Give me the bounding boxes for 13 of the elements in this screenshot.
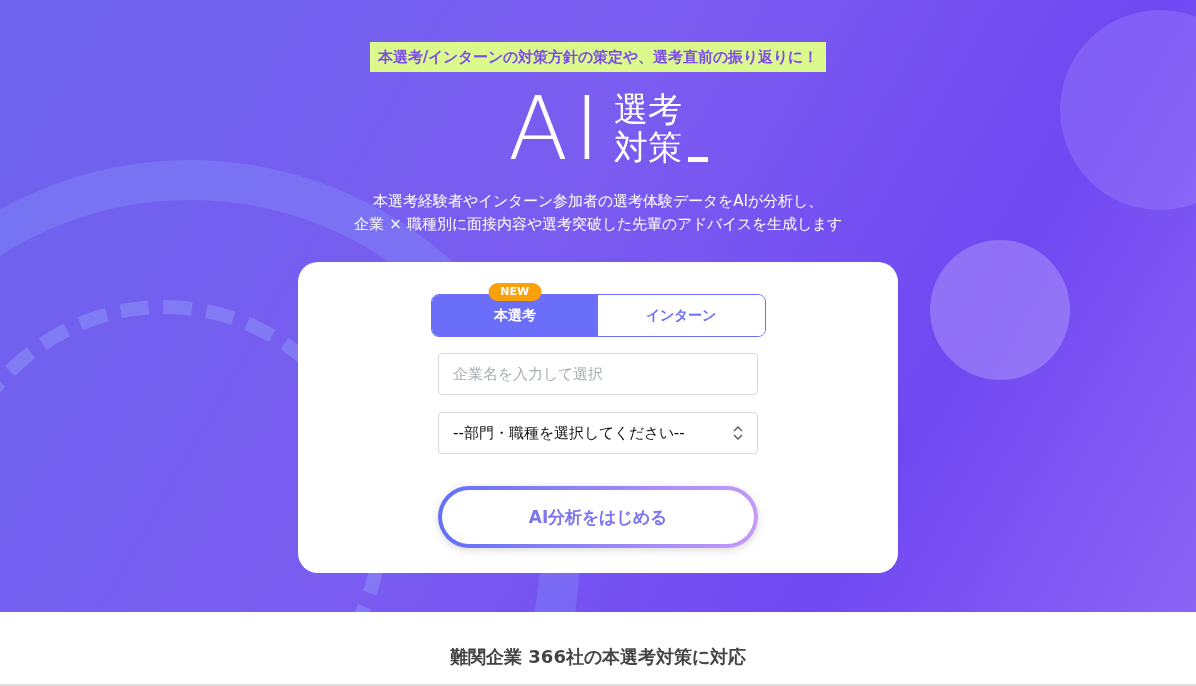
description-text: 本選考経験者やインターン参加者の選考体験データをAIが分析し、	[372, 191, 824, 212]
chevron-icon	[733, 426, 743, 440]
logo-letters: AI	[507, 92, 607, 166]
company-input-field[interactable]: 企業名を入力して選択	[438, 353, 758, 395]
new-badge: NEW	[488, 283, 542, 301]
job-select-dropdown[interactable]: --部門・職種を選択してください--	[438, 412, 758, 454]
section-heading: 難関企業 366社の本選考対策に対応	[450, 645, 746, 669]
cursor-icon	[688, 157, 709, 162]
logo-text: 対策	[614, 128, 683, 166]
logo-text: 選考	[614, 90, 684, 128]
tagline-banner: 本選考/インターンの対策方針の策定や、選考直前の振り返りに！	[369, 42, 827, 72]
description-text: 企業 × 職種別に面接内容や選考突破した先輩のアドバイスを生成します	[354, 214, 842, 235]
tab[interactable]: 本選考	[431, 295, 598, 336]
